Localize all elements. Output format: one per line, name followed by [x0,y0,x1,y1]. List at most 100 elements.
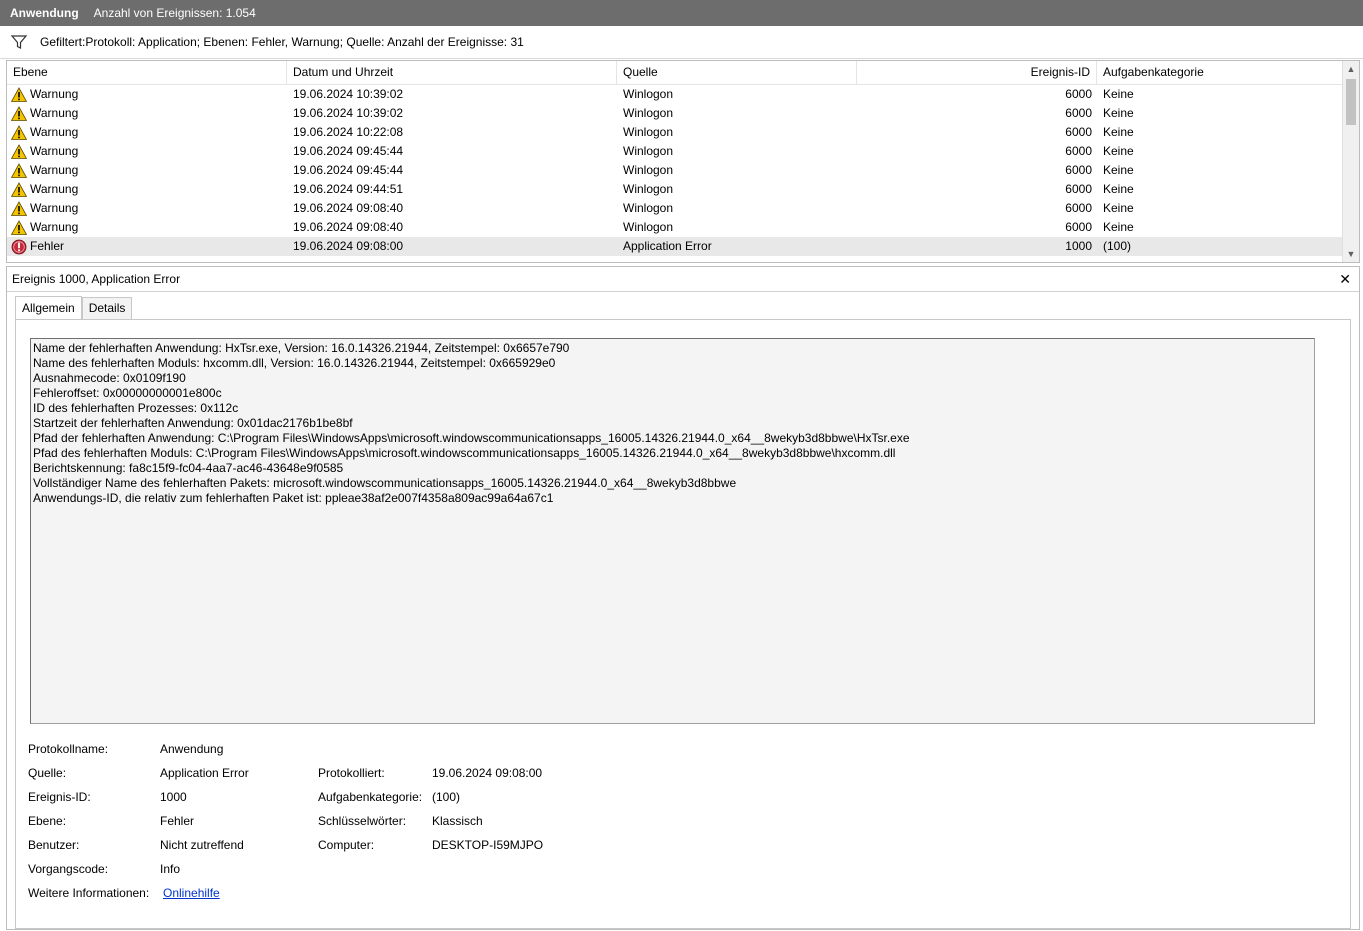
message-line: Startzeit der fehlerhaften Anwendung: 0x… [33,416,353,430]
log-name: Anwendung [10,6,79,20]
cell-level: Warnung [11,180,78,199]
tab-allgemein-content: Name der fehlerhaften Anwendung: HxTsr.e… [15,319,1351,929]
cell-level: Fehler [11,237,64,256]
scrollbar-thumb[interactable] [1346,79,1356,125]
label-aufgabenkategorie: Aufgabenkategorie: [318,790,423,804]
cell-datetime: 19.06.2024 10:39:02 [293,106,404,120]
cell-datetime: 19.06.2024 09:44:51 [293,182,404,196]
event-count: Anzahl von Ereignissen: 1.054 [93,6,256,20]
value-ebene: Fehler [160,814,195,828]
cell-event-id: 6000 [1065,182,1092,196]
column-header-datum[interactable]: Datum und Uhrzeit [287,61,617,84]
cell-source: Winlogon [623,163,674,177]
label-weitere-informationen: Weitere Informationen: [28,886,150,900]
cell-category: (100) [1103,239,1132,253]
event-message-box[interactable]: Name der fehlerhaften Anwendung: HxTsr.e… [30,338,1315,724]
message-line: Pfad des fehlerhaften Moduls: C:\Program… [33,446,896,460]
cell-event-id: 1000 [1065,239,1092,253]
event-list-scrollbar[interactable]: ▲ ▼ [1342,61,1359,262]
cell-source: Winlogon [623,182,674,196]
warning-icon [11,86,27,102]
event-row[interactable]: Warnung 19.06.2024 10:39:02 Winlogon 6000 Ke… [7,104,1342,123]
scroll-down-icon[interactable]: ▼ [1343,246,1359,262]
message-line: Fehleroffset: 0x00000000001e800c [33,386,222,400]
cell-source: Winlogon [623,106,674,120]
error-icon [11,239,27,254]
cell-datetime: 19.06.2024 09:08:40 [293,220,404,234]
tab-details[interactable]: Details [81,297,133,319]
warning-icon [11,219,27,235]
level-text: Warnung [30,163,79,177]
label-computer: Computer: [318,838,375,852]
label-ebene: Ebene: [28,814,67,828]
cell-category: Keine [1103,87,1134,101]
cell-datetime: 19.06.2024 09:08:40 [293,201,404,215]
cell-event-id: 6000 [1065,87,1092,101]
column-header-ebene[interactable]: Ebene [7,61,287,84]
event-row[interactable]: Warnung 19.06.2024 09:45:44 Winlogon 6000 Ke… [7,142,1342,161]
close-icon[interactable]: ✕ [1339,267,1351,291]
message-line: Berichtskennung: fa8c15f9-fc04-4aa7-ac46… [33,461,344,475]
log-title-bar: Anwendung Anzahl von Ereignissen: 1.054 [0,0,1363,26]
event-row[interactable]: Fehler 19.06.2024 09:08:00 Application Err… [7,237,1342,256]
label-protokolliert: Protokolliert: [318,766,385,780]
filter-text: Gefiltert:Protokoll: Application; Ebenen… [40,35,524,49]
cell-level: Warnung [11,123,78,142]
warning-icon [11,105,27,121]
scroll-up-icon[interactable]: ▲ [1343,61,1359,77]
message-line: Ausnahmecode: 0x0109f190 [33,371,186,385]
level-text: Warnung [30,106,79,120]
label-quelle: Quelle: [28,766,67,780]
filter-icon [10,35,28,49]
value-protokolliert: 19.06.2024 09:08:00 [432,766,543,780]
level-text: Warnung [30,87,79,101]
cell-level: Warnung [11,161,78,180]
value-benutzer: Nicht zutreffend [160,838,244,852]
column-header-quelle[interactable]: Quelle [617,61,857,84]
column-header-aufgabenkategorie[interactable]: Aufgabenkategorie [1097,61,1342,84]
warning-icon [11,143,27,159]
event-row[interactable]: Warnung 19.06.2024 09:44:51 Winlogon 6000 Ke… [7,180,1342,199]
event-detail-header: Ereignis 1000, Application Error ✕ [7,267,1359,292]
cell-category: Keine [1103,106,1134,120]
cell-category: Keine [1103,182,1134,196]
level-text: Warnung [30,125,79,139]
event-row[interactable]: Warnung 19.06.2024 09:45:44 Winlogon 6000 Ke… [7,161,1342,180]
tab-allgemein[interactable]: Allgemein [15,296,82,319]
onlinehilfe-link[interactable]: Onlinehilfe [163,886,220,900]
cell-datetime: 19.06.2024 09:08:00 [293,239,404,253]
event-row[interactable]: Warnung 19.06.2024 10:39:02 Winlogon 6000 Ke… [7,85,1342,104]
cell-category: Keine [1103,125,1134,139]
message-line: Name des fehlerhaften Moduls: hxcomm.dll… [33,356,556,370]
cell-level: Warnung [11,104,78,123]
value-protokollname: Anwendung [160,742,224,756]
event-row[interactable]: Warnung 19.06.2024 10:22:08 Winlogon 6000 Ke… [7,123,1342,142]
detail-tabs: Allgemein Details [15,296,133,319]
label-schluesselwoerter: Schlüsselwörter: [318,814,407,828]
label-vorgangscode: Vorgangscode: [28,862,109,876]
value-schluesselwoerter: Klassisch [432,814,483,828]
event-list-header: Ebene Datum und Uhrzeit Quelle Ereignis-… [7,61,1342,85]
warning-icon [11,162,27,178]
event-list[interactable]: Ebene Datum und Uhrzeit Quelle Ereignis-… [6,60,1360,263]
event-row[interactable]: Warnung 19.06.2024 09:08:40 Winlogon 6000 Ke… [7,199,1342,218]
value-ereignis-id: 1000 [160,790,187,804]
column-header-ereignis-id[interactable]: Ereignis-ID [857,61,1097,84]
cell-category: Keine [1103,201,1134,215]
cell-event-id: 6000 [1065,201,1092,215]
event-row[interactable]: Warnung 19.06.2024 09:08:40 Winlogon 6000 Ke… [7,218,1342,237]
cell-source: Application Error [623,239,712,253]
cell-event-id: 6000 [1065,106,1092,120]
level-text: Warnung [30,220,79,234]
filter-bar: Gefiltert:Protokoll: Application; Ebenen… [0,26,1363,59]
cell-event-id: 6000 [1065,220,1092,234]
value-computer: DESKTOP-I59MJPO [432,838,544,852]
level-text: Warnung [30,201,79,215]
label-ereignis-id: Ereignis-ID: [28,790,91,804]
level-text: Warnung [30,144,79,158]
cell-source: Winlogon [623,220,674,234]
cell-source: Winlogon [623,201,674,215]
label-benutzer: Benutzer: [28,838,80,852]
message-line: ID des fehlerhaften Prozesses: 0x112c [33,401,239,415]
value-vorgangscode: Info [160,862,181,876]
